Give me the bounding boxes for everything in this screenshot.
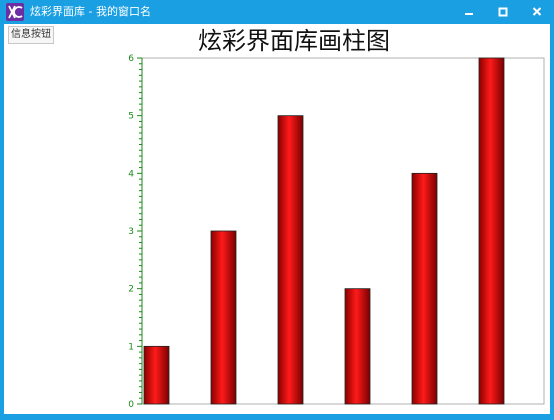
y-tick-label: 1: [128, 342, 134, 352]
app-window: 炫彩界面库 - 我的窗口名 信息按钮 炫彩界面库画柱图 0 1 2 3 4 5 …: [0, 0, 554, 420]
minimize-icon: [465, 13, 473, 15]
y-tick-label: 2: [128, 285, 134, 295]
client-area: 信息按钮 炫彩界面库画柱图 0123456: [4, 24, 550, 414]
window-title: 炫彩界面库 - 我的窗口名: [30, 5, 151, 18]
y-tick-label: 3: [128, 227, 134, 237]
bar-4: [344, 288, 371, 405]
y-tick-label: 4: [128, 169, 134, 179]
bar-1: [143, 345, 170, 405]
close-icon: [532, 7, 542, 16]
maximize-button[interactable]: [486, 0, 520, 24]
maximize-icon: [498, 7, 508, 17]
y-tick-label: 6: [128, 54, 134, 64]
xc-app-icon: [6, 3, 24, 21]
bar-3: [277, 115, 304, 405]
chart-title: 炫彩界面库画柱图: [198, 27, 390, 55]
bar-6: [478, 57, 505, 405]
bar-5: [411, 172, 438, 405]
y-tick-label: 5: [128, 112, 134, 122]
y-tick-label: 0: [128, 400, 134, 410]
y-axis: 0 1 2 3 4 5 6: [128, 54, 143, 410]
title-bar[interactable]: 炫彩界面库 - 我的窗口名: [0, 0, 554, 24]
bars: [143, 57, 505, 405]
bar-2: [210, 230, 237, 405]
close-button[interactable]: [520, 0, 554, 24]
bar-chart: 炫彩界面库画柱图 0 1 2 3 4 5 6: [128, 27, 545, 410]
minimize-button[interactable]: [452, 0, 486, 24]
